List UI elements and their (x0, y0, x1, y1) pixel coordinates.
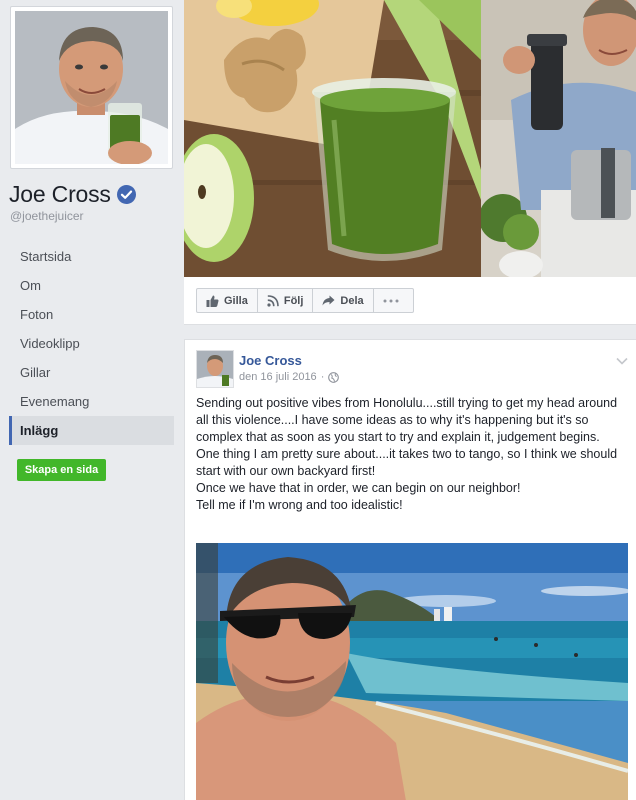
profile-picture[interactable] (10, 6, 173, 169)
share-button[interactable]: Dela (313, 289, 374, 312)
rss-icon (267, 294, 279, 307)
sidebar-item-foton[interactable]: Foton (9, 300, 174, 329)
more-dots-icon (383, 299, 399, 302)
post-text-line: Once we have that in order, we can begin… (196, 481, 521, 495)
post-options-chevron[interactable] (616, 352, 628, 370)
cover-juice-image (184, 0, 481, 277)
thumbs-up-icon (206, 295, 219, 307)
sidebar-item-startsida[interactable]: Startsida (9, 242, 174, 271)
profile-photo-image (15, 11, 168, 164)
cover-card: Gilla Följ Dela (184, 0, 636, 325)
page-handle[interactable]: @joethejuicer (10, 209, 84, 223)
sidebar-item-gillar[interactable]: Gillar (9, 358, 174, 387)
sidebar-nav: Startsida Om Foton Videoklipp Gillar Eve… (9, 242, 174, 445)
sidebar-item-om[interactable]: Om (9, 271, 174, 300)
post-text-line: Sending out positive vibes from Honolulu… (196, 396, 618, 444)
post-text-line: Tell me if I'm wrong and too idealistic! (196, 498, 403, 512)
follow-button[interactable]: Följ (258, 289, 314, 312)
page-name[interactable]: Joe Cross (9, 181, 136, 208)
avatar-image (197, 351, 233, 387)
globe-icon[interactable] (328, 371, 340, 383)
page-name-text[interactable]: Joe Cross (9, 181, 111, 208)
cover-photo-juicer[interactable] (481, 0, 636, 277)
left-column: Joe Cross @joethejuicer Startsida Om Fot… (0, 0, 184, 800)
page-action-bar: Gilla Följ Dela (196, 288, 414, 313)
follow-label: Följ (283, 294, 304, 307)
post-author-name[interactable]: Joe Cross (239, 353, 302, 368)
more-options-button[interactable] (374, 289, 413, 312)
post-body: Sending out positive vibes from Honolulu… (196, 395, 630, 514)
post-beach-selfie-image (196, 543, 628, 800)
sidebar-item-inlagg[interactable]: Inlägg (9, 416, 174, 445)
post-photo[interactable] (196, 543, 628, 800)
post-meta: den 16 juli 2016 · (239, 371, 340, 383)
post-meta-separator: · (320, 371, 325, 383)
sidebar-item-videoklipp[interactable]: Videoklipp (9, 329, 174, 358)
share-arrow-icon (322, 295, 335, 306)
post-text-line: One thing I am pretty sure about....it t… (196, 447, 618, 478)
share-label: Dela (340, 294, 364, 307)
cover-photo-juice[interactable] (184, 0, 481, 277)
like-button[interactable]: Gilla (197, 289, 258, 312)
sidebar-item-evenemang[interactable]: Evenemang (9, 387, 174, 416)
cover-juicer-image (481, 0, 636, 277)
like-label: Gilla (224, 294, 248, 307)
post-author-avatar[interactable] (196, 350, 234, 388)
post-card: Joe Cross den 16 juli 2016 · Sending out… (184, 339, 636, 800)
post-date[interactable]: den 16 juli 2016 (239, 371, 317, 383)
verified-badge-icon (116, 185, 136, 204)
create-page-button[interactable]: Skapa en sida (17, 459, 106, 481)
chevron-down-icon (616, 357, 628, 365)
